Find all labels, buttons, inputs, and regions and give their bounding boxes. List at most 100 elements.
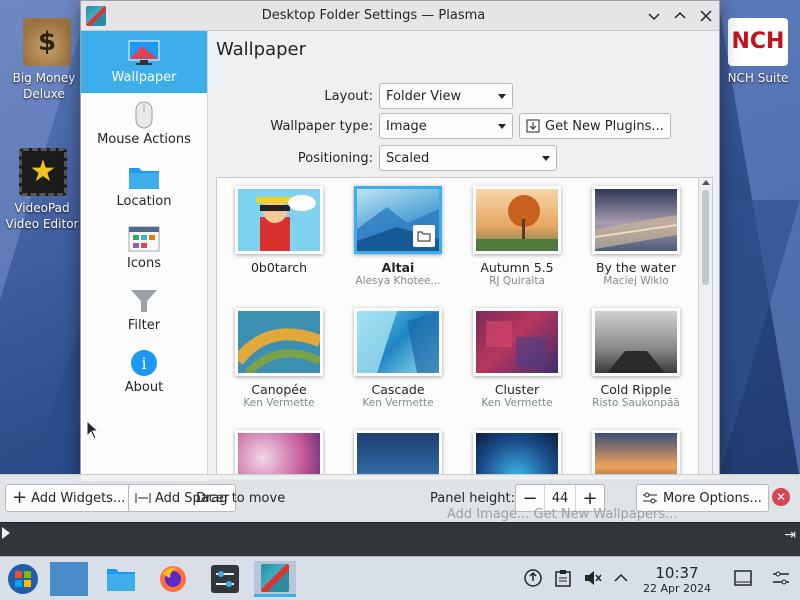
sidebar-item-label: Filter [127,317,161,333]
show-desktop-icon[interactable] [734,569,752,587]
clock-time[interactable]: 10:37 [640,564,714,582]
layout-combo[interactable]: Folder View [379,83,513,109]
clipboard-icon[interactable] [554,569,572,587]
taskbar-item-firefox[interactable] [152,561,194,597]
wallpaper-type-label: Wallpaper type: [270,118,373,134]
increase-button[interactable]: + [576,488,604,509]
folder-icon[interactable] [413,225,435,247]
sidebar-item-label: About [124,379,164,395]
wallpaper-item[interactable] [577,422,695,476]
videopad-icon: ★ [19,148,67,196]
panel-settings-icon[interactable] [772,569,790,587]
chevron-down-icon [542,155,550,161]
window-title: Desktop Folder Settings — Plasma [261,8,486,23]
wallpaper-name: Cluster [494,382,540,397]
wallpaper-thumbnail [592,430,680,476]
settings-sliders-icon [643,492,657,504]
sidebar-item-wallpaper[interactable]: Wallpaper [81,31,207,93]
wallpaper-item[interactable] [220,422,338,476]
wallpaper-item[interactable]: By the water Maciej Wiklo [577,178,695,287]
wallpaper-name: Canopée [251,382,307,397]
filter-icon [128,288,160,314]
close-icon [700,9,712,22]
get-new-plugins-label: Get New Plugins... [545,118,664,134]
taskbar-item-settings[interactable] [204,561,246,597]
maximize-button[interactable] [667,3,693,29]
settings-window: Desktop Folder Settings — Plasma Wallpap… [80,0,720,481]
taskbar-item-files[interactable] [100,561,142,597]
desktop-icon-videopad[interactable]: ★ VideoPad Video Editor [4,148,82,232]
wallpaper-thumbnail [354,186,442,254]
wallpaper-item[interactable] [458,422,576,476]
start-menu-button[interactable] [2,561,44,597]
wallpaper-item[interactable]: Canopée Ken Vermette [220,300,338,409]
wallpaper-name: Altai [381,260,415,275]
download-icon [526,119,540,133]
positioning-label: Positioning: [297,150,373,166]
title-bar[interactable]: Desktop Folder Settings — Plasma [81,1,719,31]
wallpaper-grid[interactable]: 0b0tarch Altai Alesya Khotee... Autumn 5… [216,177,713,477]
sidebar-item-location[interactable]: Location [81,155,207,217]
plasma-app-icon [86,5,106,26]
scrollbar-thumb[interactable] [702,190,709,285]
mouse-cursor-icon [86,420,100,440]
add-widgets-label: Add Widgets... [31,490,126,506]
icons-icon [128,226,160,252]
sidebar-item-mouse-actions[interactable]: Mouse Actions [81,93,207,155]
wallpaper-item[interactable]: Cold Ripple Risto Saukonpää [577,300,695,409]
wallpaper-item[interactable]: Cascade Ken Vermette [339,300,457,409]
close-button[interactable] [693,3,719,29]
desktop-icon-big-money[interactable]: $ Big Money Deluxe [8,18,86,102]
wallpaper-item[interactable]: 0b0tarch [220,178,338,275]
taskbar-item-desktop[interactable] [48,561,90,597]
drag-to-move-text[interactable]: Drag to move [196,491,285,506]
desktop-icon-label: VideoPad Video Editor [5,201,79,231]
svg-text:i: i [141,354,146,373]
scrollbar[interactable] [698,178,712,476]
wallpaper-name: 0b0tarch [250,260,308,275]
layout-label: Layout: [324,88,373,104]
wallpaper-type-value: Image [386,118,427,134]
wallpaper-thumbnail [473,308,561,376]
taskbar-item-plasma-settings[interactable] [254,561,296,597]
layout-row: Layout: Folder View [209,83,513,109]
nch-logo-text: NCH [731,29,785,54]
desktop-icon [50,562,88,596]
sidebar-item-about[interactable]: i About [81,341,207,403]
plasma-app-icon [261,563,289,592]
wallpaper-author: Ken Vermette [362,397,434,409]
wallpaper-item[interactable]: Autumn 5.5 RJ Quiralta [458,178,576,287]
sidebar-item-icons[interactable]: Icons [81,217,207,279]
get-new-plugins-button[interactable]: Get New Plugins... [519,113,671,139]
decrease-button[interactable]: − [516,488,544,509]
wallpaper-thumbnail [473,186,561,254]
ruler-handle-icon[interactable] [2,527,10,539]
wallpaper-author: Alesya Khotee... [355,275,441,287]
desktop-icon-label: Big Money Deluxe [12,71,76,101]
wallpaper-thumbnail [592,308,680,376]
updates-icon[interactable] [524,569,542,587]
add-widgets-button[interactable]: + Add Widgets... [5,484,133,512]
positioning-combo[interactable]: Scaled [379,145,557,171]
panel-ruler[interactable]: ⇥ [0,522,800,556]
ruler-arrow-icon[interactable]: ⇥ [784,527,796,543]
close-edit-mode-icon[interactable]: ✕ [772,488,790,506]
wallpaper-type-combo[interactable]: Image [379,113,513,139]
wallpaper-item-selected[interactable]: Altai Alesya Khotee... [339,178,457,287]
minimize-button[interactable] [641,3,667,29]
folder-icon [107,569,135,591]
volume-muted-icon[interactable] [584,569,602,587]
wallpaper-author: Risto Saukonpää [592,397,680,409]
chevron-down-icon [648,12,660,20]
panel-height-label: Panel height: [430,491,516,506]
sidebar-item-filter[interactable]: Filter [81,279,207,341]
clock-date[interactable]: 22 Apr 2024 [640,582,714,595]
tray-expand-chevron-icon[interactable] [612,569,630,587]
wallpaper-item[interactable] [339,422,457,476]
desktop-icon-nch[interactable]: NCH NCH Suite [716,18,800,86]
scroll-up-icon[interactable] [702,180,710,185]
wallpaper-author: RJ Quiralta [489,275,545,287]
sidebar-item-label: Location [116,193,172,209]
wallpaper-item[interactable]: Cluster Ken Vermette [458,300,576,409]
wallpaper-thumbnail [235,430,323,476]
